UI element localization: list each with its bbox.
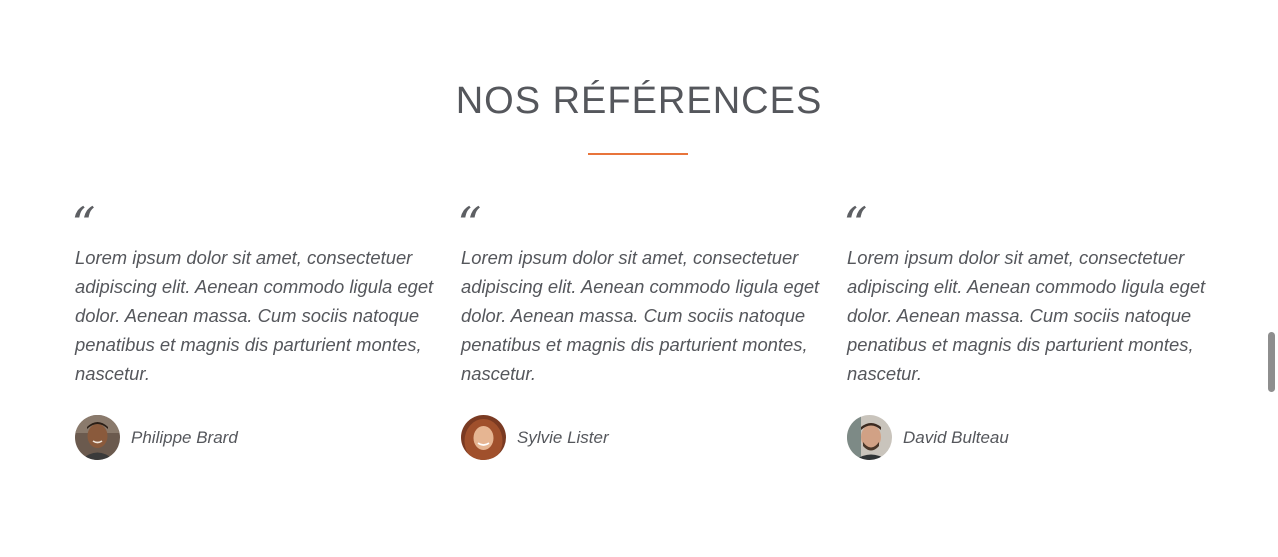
testimonials-section: NOS RÉFÉRENCES “ Lorem ipsum dolor sit a… [0,0,1278,557]
testimonial-text: Lorem ipsum dolor sit amet, consectetuer… [847,247,1206,384]
quote-icon: “ [457,197,482,253]
author-name: David Bulteau [903,427,1009,447]
avatar [461,415,506,460]
scrollbar-thumb[interactable] [1268,332,1275,392]
title-underline [588,153,688,155]
testimonial-card: “ Lorem ipsum dolor sit amet, consectetu… [457,201,821,460]
testimonial-card: “ Lorem ipsum dolor sit amet, consectetu… [71,201,435,460]
testimonial-author: Sylvie Lister [461,415,609,460]
testimonial-author: David Bulteau [847,415,1009,460]
testimonial-text: Lorem ipsum dolor sit amet, consectetuer… [75,247,434,384]
quote-icon: “ [843,197,868,253]
quote-icon: “ [71,197,96,253]
author-name: Sylvie Lister [517,427,609,447]
testimonial-text: Lorem ipsum dolor sit amet, consectetuer… [461,247,820,384]
author-name: Philippe Brard [131,427,238,447]
section-title: NOS RÉFÉRENCES [455,80,823,122]
testimonial-card: “ Lorem ipsum dolor sit amet, consectetu… [843,201,1207,460]
testimonial-author: Philippe Brard [75,415,238,460]
avatar [847,415,892,460]
avatar [75,415,120,460]
